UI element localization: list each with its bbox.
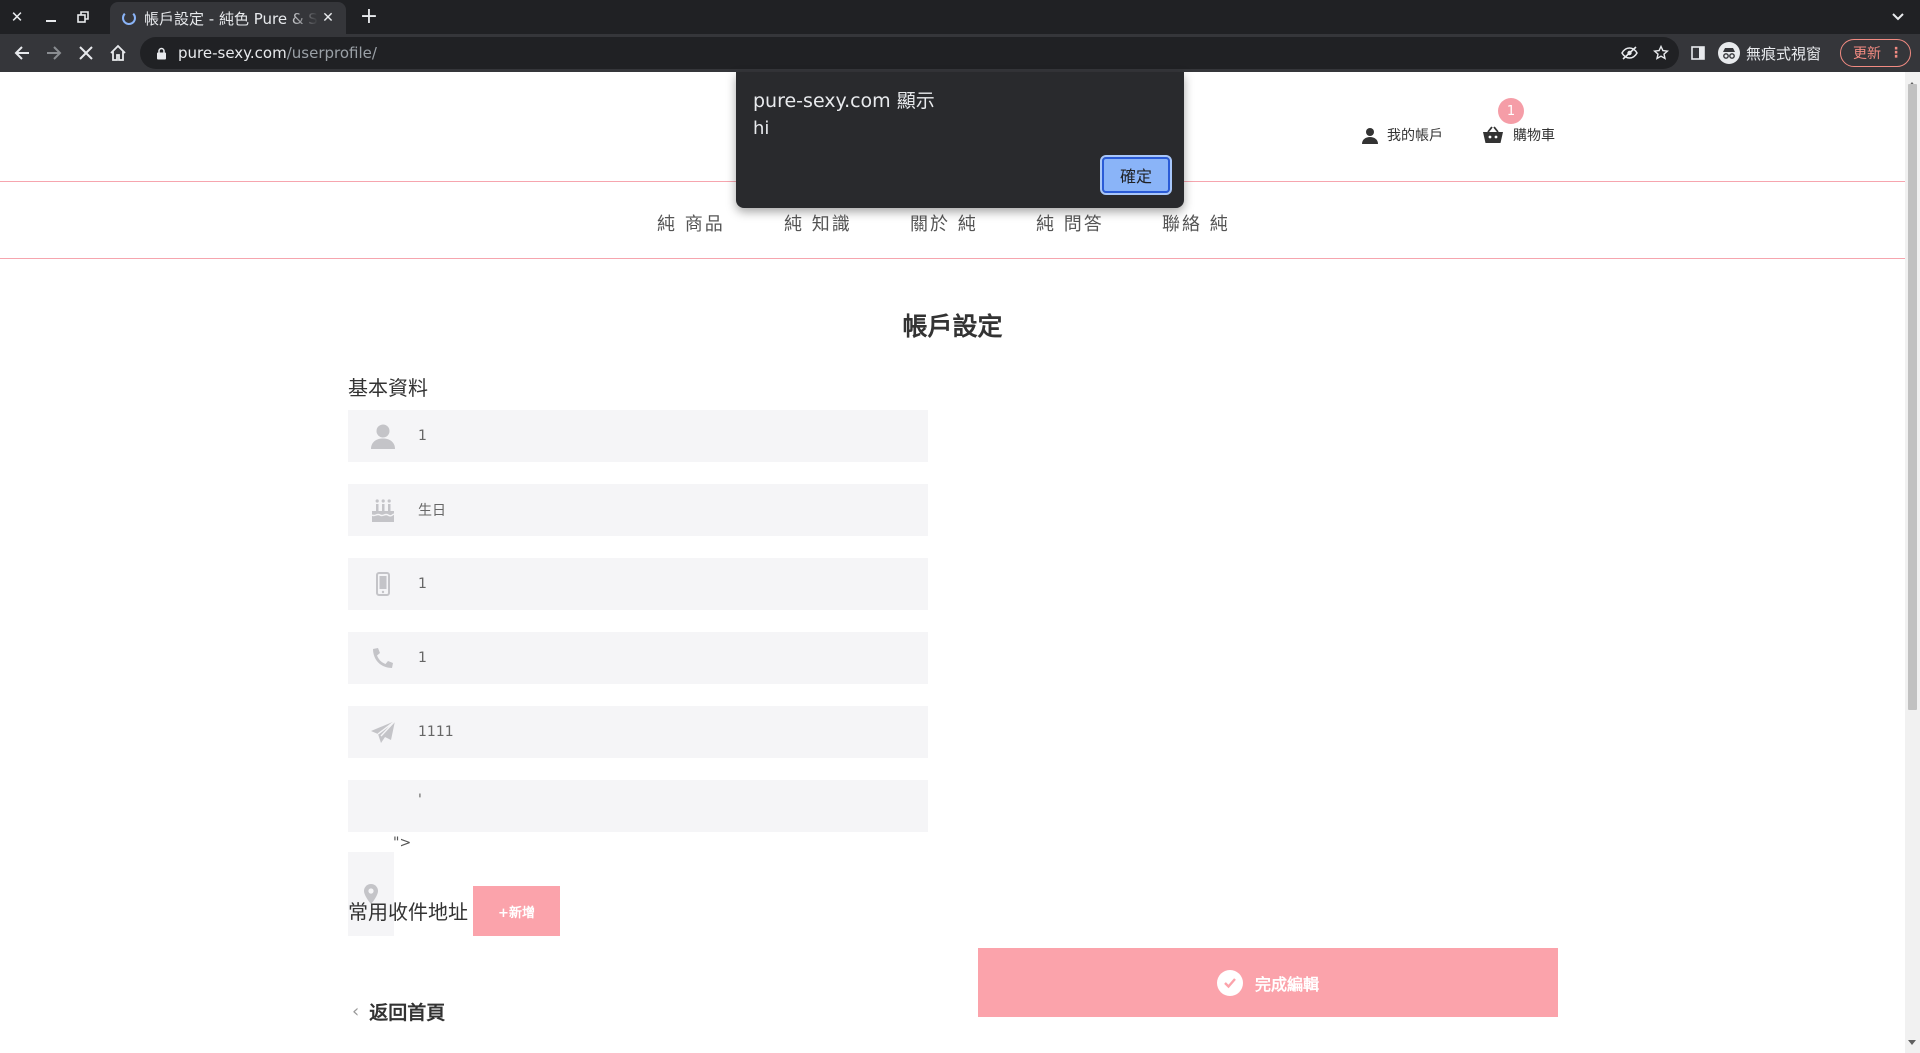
birthday-value: 生日	[418, 503, 446, 519]
kebab-menu-icon: ⋮	[1889, 45, 1903, 61]
nav-item-contact[interactable]: 聯絡 純	[1162, 210, 1230, 236]
side-panel-icon[interactable]	[1688, 43, 1708, 63]
url-text: pure-sexy.com/userprofile/	[178, 44, 377, 62]
phone-field[interactable]: 1	[348, 632, 928, 684]
alert-message: hi	[753, 118, 770, 139]
tab-search-chevron-icon[interactable]	[1884, 4, 1912, 30]
basic-info-heading: 基本資料	[348, 376, 428, 400]
page-title: 帳戶設定	[902, 312, 1003, 341]
paper-plane-icon	[348, 706, 418, 758]
email-field[interactable]: 1111	[348, 706, 928, 758]
mobile-icon	[348, 558, 418, 610]
home-icon[interactable]	[104, 39, 132, 67]
back-home-link[interactable]: ‹ 返回首頁	[352, 998, 445, 1025]
address-section-heading: 常用收件地址	[348, 900, 468, 924]
tab-title: 帳戶設定 - 純色 Pure & Sexy	[144, 9, 318, 28]
mobile-value: 1	[418, 576, 427, 592]
back-home-label: 返回首頁	[369, 1002, 446, 1024]
nav-item-faq[interactable]: 純 問答	[1036, 210, 1104, 236]
email-value: 1111	[418, 724, 454, 740]
loading-spinner-icon	[122, 11, 136, 25]
alert-ok-button[interactable]: 確定	[1100, 155, 1172, 195]
add-address-button[interactable]: +新增	[473, 886, 560, 936]
incognito-indicator[interactable]: 無痕式視窗	[1718, 41, 1821, 65]
alert-origin: pure-sexy.com 顯示	[753, 90, 935, 112]
address-field[interactable]: '	[348, 780, 928, 832]
bookmark-star-icon[interactable]	[1651, 43, 1671, 63]
check-circle-icon	[1216, 969, 1243, 996]
page-scrollbar[interactable]	[1905, 72, 1920, 1053]
browser-tabstrip: ✕ 帳戶設定 - 純色 Pure & Sexy ✕ +	[0, 0, 1920, 34]
forward-arrow-icon[interactable]	[40, 39, 68, 67]
cart-count-badge: 1	[1498, 98, 1524, 124]
nav-item-knowledge[interactable]: 純 知識	[784, 210, 852, 236]
window-close-icon[interactable]: ✕	[4, 4, 30, 30]
scroll-thumb[interactable]	[1908, 84, 1917, 710]
my-account-link[interactable]: 我的帳戶	[1362, 125, 1443, 145]
url-path: /userprofile/	[286, 44, 377, 62]
my-account-label: 我的帳戶	[1387, 128, 1443, 144]
update-button[interactable]: 更新 ⋮	[1840, 39, 1911, 67]
tab-close-icon[interactable]: ✕	[318, 10, 338, 26]
active-tab[interactable]: 帳戶設定 - 純色 Pure & Sexy ✕	[110, 2, 346, 34]
browser-toolbar: pure-sexy.com/userprofile/ 無痕式視窗 更新 ⋮	[0, 34, 1920, 72]
new-tab-button[interactable]: +	[355, 3, 383, 31]
shopping-basket-icon	[1482, 126, 1504, 144]
chevron-left-icon: ‹	[352, 1001, 360, 1022]
back-arrow-icon[interactable]	[8, 39, 36, 67]
incognito-icon	[1718, 42, 1740, 64]
eye-off-icon[interactable]	[1619, 43, 1639, 63]
stop-loading-icon[interactable]	[72, 39, 100, 67]
window-minimize-icon[interactable]	[38, 4, 64, 30]
finish-editing-label: 完成編輯	[1254, 974, 1319, 994]
address-bar[interactable]: pure-sexy.com/userprofile/	[140, 37, 1679, 69]
scroll-down-arrow-icon[interactable]	[1908, 1040, 1916, 1045]
name-field[interactable]: 1	[348, 410, 928, 462]
birthday-field[interactable]: 生日	[348, 484, 928, 536]
page-viewport: 我的帳戶 1 購物車 純 商品 純 知識 關於 純 純 問答 聯絡 純 帳戶設定…	[0, 72, 1920, 1053]
url-host: pure-sexy.com	[178, 44, 287, 62]
cart-link[interactable]: 購物車	[1482, 125, 1555, 145]
phone-value: 1	[418, 650, 427, 666]
nav-item-about[interactable]: 關於 純	[910, 210, 978, 236]
address-value: '	[418, 792, 422, 808]
nav-item-products[interactable]: 純 商品	[657, 210, 725, 236]
finish-editing-button[interactable]: 完成編輯	[978, 948, 1558, 1017]
name-value: 1	[418, 428, 427, 444]
alert-dialog: pure-sexy.com 顯示 hi 確定	[736, 72, 1184, 208]
address-overflow-text: ">	[393, 835, 412, 851]
cart-label: 購物車	[1513, 128, 1555, 144]
lock-icon[interactable]	[154, 46, 168, 60]
user-icon	[1362, 127, 1378, 144]
phone-icon	[348, 632, 418, 684]
update-label: 更新	[1853, 46, 1881, 62]
incognito-label: 無痕式視窗	[1746, 44, 1822, 63]
user-icon	[348, 410, 418, 462]
birthday-cake-icon	[348, 484, 418, 536]
mobile-field[interactable]: 1	[348, 558, 928, 610]
window-restore-icon[interactable]	[70, 4, 96, 30]
